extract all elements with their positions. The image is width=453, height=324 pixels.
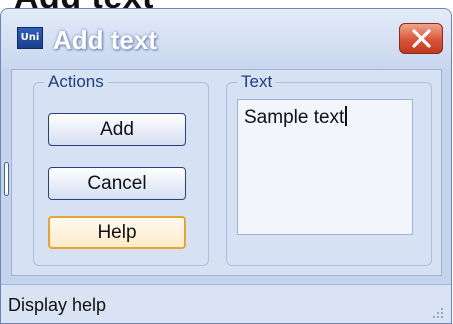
close-button[interactable] <box>399 23 443 54</box>
title-bar[interactable]: Uni Add text <box>1 9 451 69</box>
actions-group-label: Actions <box>44 72 108 92</box>
actions-group: Actions Add Cancel Help <box>33 72 209 266</box>
text-cursor <box>345 106 348 126</box>
text-group: Text Sample text <box>226 72 432 266</box>
text-group-label: Text <box>237 72 277 92</box>
window-title: Add text <box>53 25 157 55</box>
add-button[interactable]: Add <box>48 113 186 146</box>
app-icon: Uni <box>17 27 43 49</box>
help-button[interactable]: Help <box>48 216 186 249</box>
status-bar: Display help <box>1 284 451 323</box>
cancel-button[interactable]: Cancel <box>48 167 186 200</box>
edge-splitter-handle[interactable] <box>4 162 9 196</box>
dialog-window: Uni Add text Actions Add Cancel Help Tex… <box>0 8 452 324</box>
text-input-value: Sample text <box>244 107 345 128</box>
client-area: Actions Add Cancel Help Text Sample text <box>11 69 442 276</box>
status-text: Display help <box>8 295 107 315</box>
resize-grip-icon[interactable] <box>431 306 445 320</box>
close-x-icon <box>412 29 431 48</box>
text-input[interactable]: Sample text <box>237 99 413 235</box>
